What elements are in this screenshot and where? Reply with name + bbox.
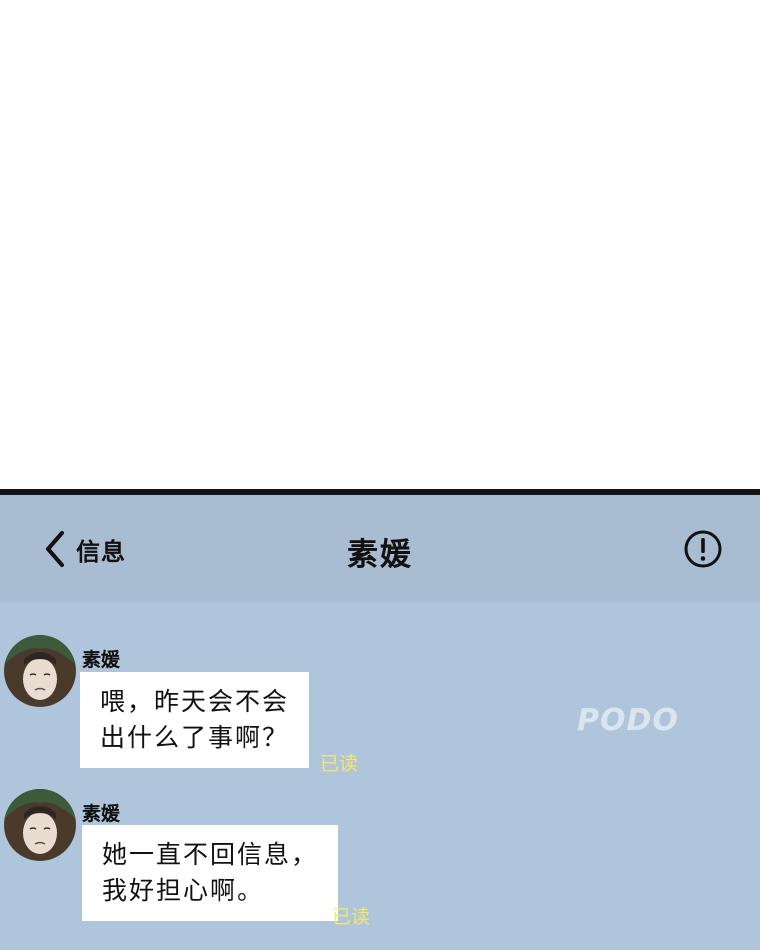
avatar[interactable] [4,789,76,861]
read-status: 已读 [320,753,359,775]
chat-screen: 信息 素媛 PODO 素媛 喂，昨天会不会 出什么了事啊？ 已读 素媛 她一直不… [0,495,760,950]
podo-watermark: PODO [577,703,679,738]
exclamation-circle-icon [684,530,722,568]
sender-name: 素媛 [82,649,121,671]
avatar-image [4,635,76,707]
avatar-image [4,789,76,861]
chat-header: 信息 素媛 [0,495,760,602]
sender-name: 素媛 [82,803,121,825]
chat-title: 素媛 [347,537,413,573]
info-button[interactable] [683,529,723,569]
message-bubble[interactable]: 她一直不回信息， 我好担心啊。 [82,825,339,921]
read-status: 已读 [332,906,371,928]
avatar[interactable] [4,635,76,707]
blank-panel-area [0,0,760,489]
message-bubble[interactable]: 喂，昨天会不会 出什么了事啊？ [80,672,310,768]
